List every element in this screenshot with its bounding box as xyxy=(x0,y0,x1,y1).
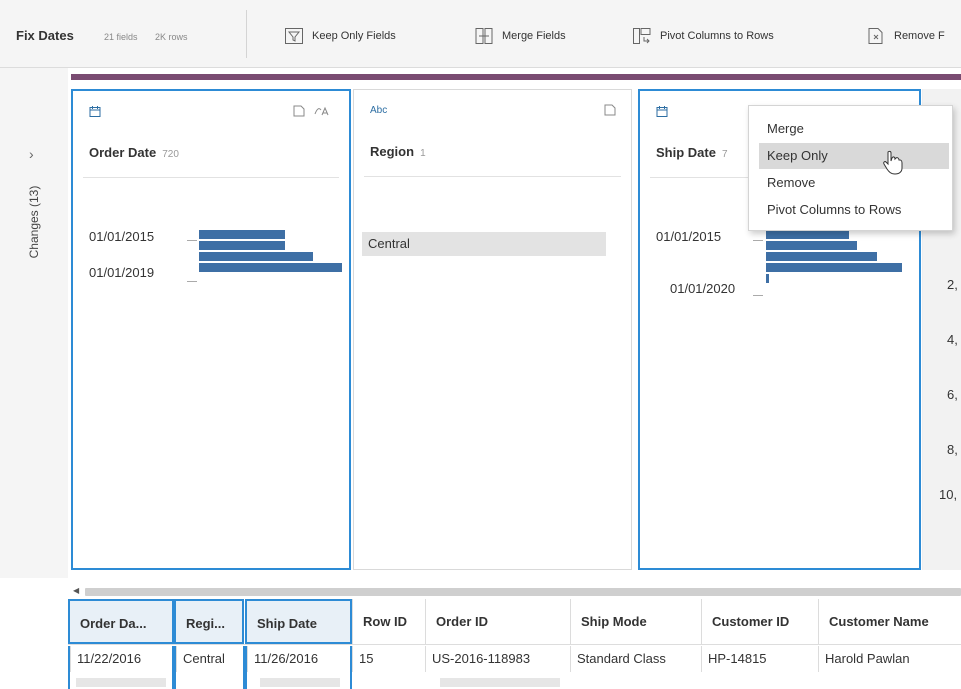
distinct-count: 7 xyxy=(721,149,728,160)
field-name: Order Date 720 xyxy=(89,145,179,160)
keep-only-fields-label: Keep Only Fields xyxy=(312,30,396,42)
header-divider xyxy=(364,176,621,177)
menu-item-keep-only[interactable]: Keep Only xyxy=(759,143,949,169)
pivot-columns-button[interactable]: Pivot Columns to Rows xyxy=(632,26,774,46)
histogram-bar[interactable] xyxy=(766,230,849,239)
column-header-region[interactable]: Regi... xyxy=(174,599,244,644)
changes-rail: › xyxy=(0,68,68,578)
remove-fields-button[interactable]: Remove F xyxy=(866,26,945,46)
keep-only-fields-button[interactable]: Keep Only Fields xyxy=(284,26,396,46)
partial-value: 4, xyxy=(947,332,958,347)
date-label-end: 01/01/2020 xyxy=(670,281,736,296)
partial-value: 8, xyxy=(947,442,958,457)
histogram-bar[interactable] xyxy=(766,263,902,272)
toolbar-divider xyxy=(246,10,247,58)
date-label-start: 01/01/2015 xyxy=(89,229,155,244)
merge-fields-label: Merge Fields xyxy=(502,30,566,42)
cell[interactable]: 11/22/2016 xyxy=(70,646,174,672)
calendar-icon xyxy=(89,106,101,120)
field-name: Ship Date 7 xyxy=(656,145,728,160)
field-count: 21 fields xyxy=(104,32,138,42)
scroll-left-arrow-icon[interactable]: ◀ xyxy=(73,586,79,595)
date-label-start: 01/01/2015 xyxy=(656,229,722,244)
changes-pane-toggle[interactable]: Changes (13) xyxy=(27,186,41,259)
data-grid: Order Da... Regi... Ship Date Row ID Ord… xyxy=(0,598,961,689)
distinct-count: 1 xyxy=(420,148,426,159)
filter-icon xyxy=(284,27,304,45)
tick-mark xyxy=(187,240,197,241)
cell[interactable]: 15 xyxy=(352,646,425,672)
string-type-label: Abc xyxy=(370,105,388,116)
menu-item-remove[interactable]: Remove xyxy=(749,170,952,196)
histogram-bar[interactable] xyxy=(766,274,769,283)
header-divider xyxy=(83,177,339,178)
card-menu-icon[interactable] xyxy=(293,105,305,120)
date-label-end: 01/01/2019 xyxy=(89,265,155,280)
column-header-ship-mode[interactable]: Ship Mode xyxy=(570,599,701,644)
cell[interactable]: Standard Class xyxy=(570,646,701,672)
histogram-bar[interactable] xyxy=(199,230,285,239)
remove-field-icon xyxy=(866,27,886,45)
histogram-bar[interactable] xyxy=(199,252,313,261)
cell[interactable]: 11/26/2016 xyxy=(247,646,351,672)
merge-fields-icon xyxy=(474,27,494,45)
next-row-partial xyxy=(260,678,340,687)
merge-fields-button[interactable]: Merge Fields xyxy=(474,26,566,46)
cell[interactable]: HP-14815 xyxy=(701,646,818,672)
context-menu: Merge Keep Only Remove Pivot Columns to … xyxy=(748,105,953,231)
toolbar: Fix Dates 21 fields 2K rows Keep Only Fi… xyxy=(0,0,961,68)
change-data-role-icon[interactable] xyxy=(313,105,329,120)
tick-mark xyxy=(187,281,197,282)
cell[interactable]: US-2016-118983 xyxy=(425,646,570,672)
tick-mark xyxy=(753,240,763,241)
calendar-icon xyxy=(656,106,668,120)
partial-value: 6, xyxy=(947,387,958,402)
header-divider xyxy=(68,644,961,645)
profile-card-order-date[interactable]: Order Date 720 01/01/2015 01/01/2019 xyxy=(71,89,351,570)
menu-item-merge[interactable]: Merge xyxy=(749,116,952,142)
column-header-row-id[interactable]: Row ID xyxy=(352,599,425,644)
histogram-bar[interactable] xyxy=(199,241,285,250)
expand-chevron-icon[interactable]: › xyxy=(29,146,34,162)
pivot-columns-label: Pivot Columns to Rows xyxy=(660,30,774,42)
cell[interactable]: Harold Pawlan xyxy=(818,646,961,672)
pivot-icon xyxy=(632,27,652,45)
column-header-ship-date[interactable]: Ship Date xyxy=(245,599,352,644)
column-header-order-date[interactable]: Order Da... xyxy=(68,599,174,644)
histogram-bar[interactable] xyxy=(766,241,857,250)
pointer-cursor-icon xyxy=(883,150,903,175)
tick-mark xyxy=(753,295,763,296)
next-row-partial xyxy=(76,678,166,687)
partial-value: 10, xyxy=(939,487,958,502)
profile-card-region[interactable]: Abc Region 1 Central xyxy=(353,89,632,570)
step-color-bar xyxy=(71,74,961,80)
column-header-customer-id[interactable]: Customer ID xyxy=(701,599,818,644)
next-row-partial xyxy=(440,678,560,687)
card-menu-icon[interactable] xyxy=(604,104,616,119)
row-count: 2K rows xyxy=(155,32,188,42)
distinct-count: 720 xyxy=(162,149,179,160)
column-header-customer-name[interactable]: Customer Name xyxy=(818,599,961,644)
value-bar-central[interactable]: Central xyxy=(362,232,606,256)
field-name: Region 1 xyxy=(370,144,426,159)
remove-fields-label: Remove F xyxy=(894,30,945,42)
horizontal-scrollbar[interactable] xyxy=(85,588,961,596)
step-name: Fix Dates xyxy=(16,28,74,43)
partial-value: 2, xyxy=(947,277,958,292)
column-header-order-id[interactable]: Order ID xyxy=(425,599,570,644)
histogram-bar[interactable] xyxy=(766,252,877,261)
histogram-bar[interactable] xyxy=(199,263,342,272)
menu-item-pivot-columns-to-rows[interactable]: Pivot Columns to Rows xyxy=(749,197,952,223)
cell[interactable]: Central xyxy=(176,646,244,672)
